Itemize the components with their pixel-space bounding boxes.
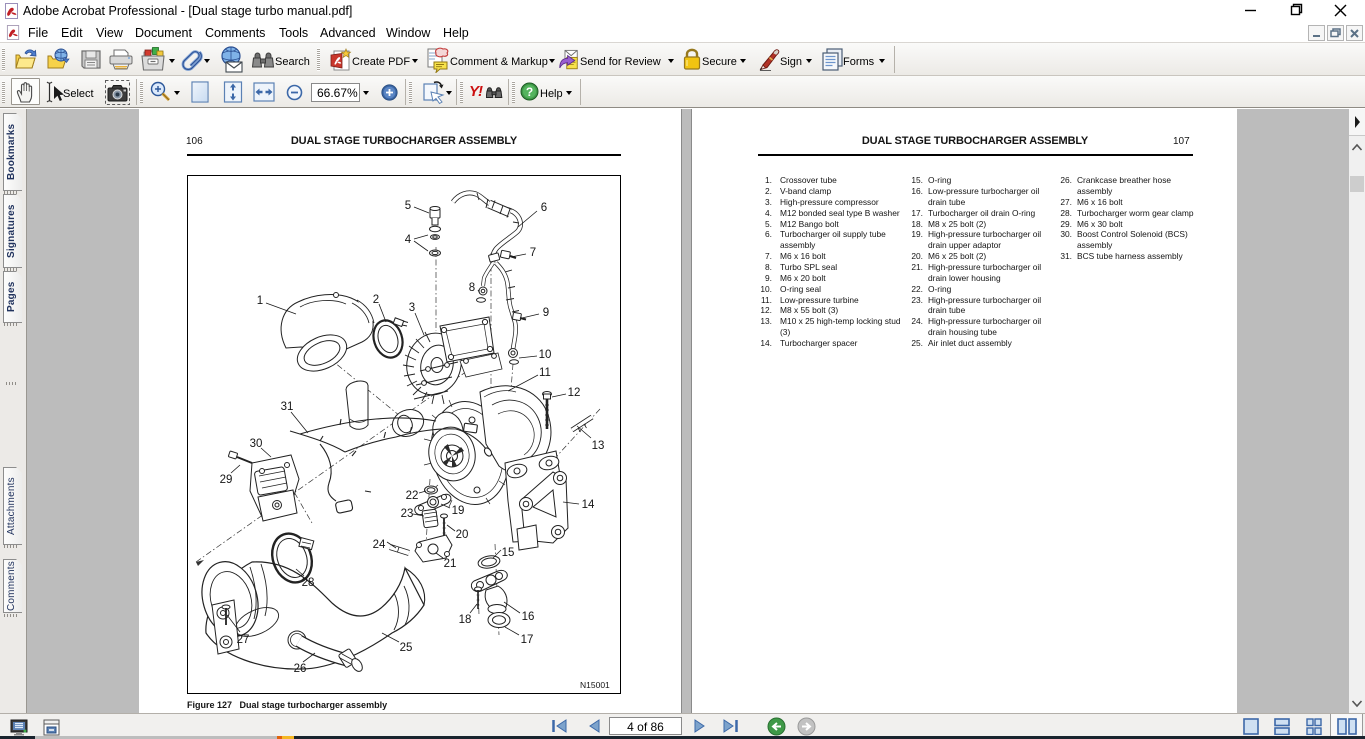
svg-text:19: 19 — [452, 505, 465, 517]
svg-text:9: 9 — [543, 307, 549, 319]
svg-text:12: 12 — [568, 387, 581, 399]
svg-text:21: 21 — [444, 558, 457, 570]
svg-text:8: 8 — [469, 282, 475, 294]
svg-text:14: 14 — [582, 499, 595, 511]
svg-text:3: 3 — [409, 302, 415, 314]
svg-text:22: 22 — [406, 490, 419, 502]
svg-text:26: 26 — [294, 663, 307, 675]
svg-text:4: 4 — [405, 234, 412, 246]
svg-text:15: 15 — [502, 547, 515, 559]
svg-text:23: 23 — [401, 508, 414, 520]
svg-text:2: 2 — [373, 294, 379, 306]
svg-text:27: 27 — [237, 634, 250, 646]
svg-text:25: 25 — [400, 642, 413, 654]
svg-text:24: 24 — [373, 539, 386, 551]
svg-text:13: 13 — [592, 440, 605, 452]
svg-text:18: 18 — [459, 614, 472, 626]
svg-text:17: 17 — [521, 634, 534, 646]
svg-text:11: 11 — [539, 367, 551, 379]
svg-text:10: 10 — [539, 349, 552, 361]
svg-text:1: 1 — [257, 295, 263, 307]
svg-text:6: 6 — [541, 202, 547, 214]
svg-text:29: 29 — [220, 474, 233, 486]
svg-text:7: 7 — [530, 247, 536, 259]
svg-text:16: 16 — [522, 611, 535, 623]
svg-text:5: 5 — [405, 200, 411, 212]
svg-text:30: 30 — [250, 438, 263, 450]
svg-text:?: ? — [526, 85, 533, 99]
svg-text:31: 31 — [281, 401, 294, 413]
svg-text:28: 28 — [302, 577, 315, 589]
svg-text:20: 20 — [456, 529, 469, 541]
